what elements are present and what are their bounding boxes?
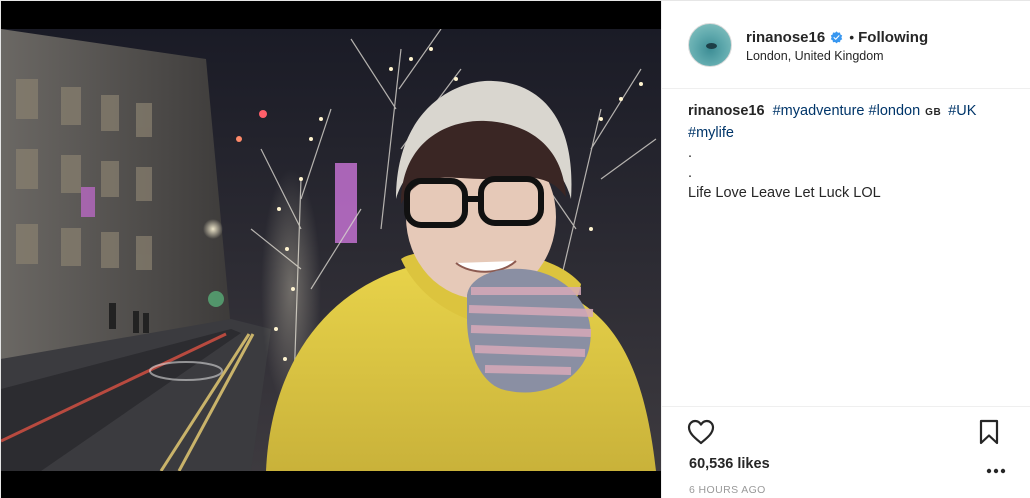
separator-dot: • (849, 29, 855, 45)
avatar-image-detail (706, 43, 717, 49)
hashtag-uk[interactable]: #UK (948, 103, 976, 119)
post-actions: 60,536 likes 6 HOURS AGO (662, 406, 1030, 498)
location-link[interactable]: London, United Kingdom (746, 49, 884, 63)
username-row: rinanose16 • Following (746, 27, 928, 47)
heart-outline-icon[interactable] (686, 417, 716, 447)
hashtag-mylife[interactable]: #mylife (688, 125, 734, 141)
post-header: rinanose16 • Following London, United Ki… (662, 1, 1030, 89)
hashtag-myadventure[interactable]: #myadventure (773, 103, 865, 119)
post-sidebar: rinanose16 • Following London, United Ki… (661, 1, 1030, 498)
caption-text: Life Love Leave Let Luck LOL (688, 185, 881, 201)
more-horizontal-icon[interactable] (984, 465, 1008, 477)
instagram-post: rinanose16 • Following London, United Ki… (0, 0, 1030, 498)
following-button[interactable]: Following (858, 29, 928, 46)
post-caption: rinanose16 #myadventure #london GB #UK #… (688, 101, 1008, 203)
caption-username[interactable]: rinanose16 (688, 103, 765, 119)
post-timestamp[interactable]: 6 HOURS AGO (689, 484, 766, 496)
verified-badge-icon (830, 30, 843, 43)
hashtag-london[interactable]: #london (869, 103, 921, 119)
caption-dot-line: . (688, 165, 693, 181)
gb-flag-icon: GB (925, 107, 942, 118)
username-link[interactable]: rinanose16 (746, 29, 825, 46)
post-media (1, 1, 661, 498)
bookmark-outline-icon[interactable] (978, 419, 1000, 445)
caption-dot-line: . (688, 145, 693, 161)
likes-count[interactable]: 60,536 likes (689, 456, 770, 472)
post-photo[interactable] (1, 29, 661, 471)
avatar[interactable] (688, 23, 732, 67)
photo-illustration (1, 29, 661, 471)
